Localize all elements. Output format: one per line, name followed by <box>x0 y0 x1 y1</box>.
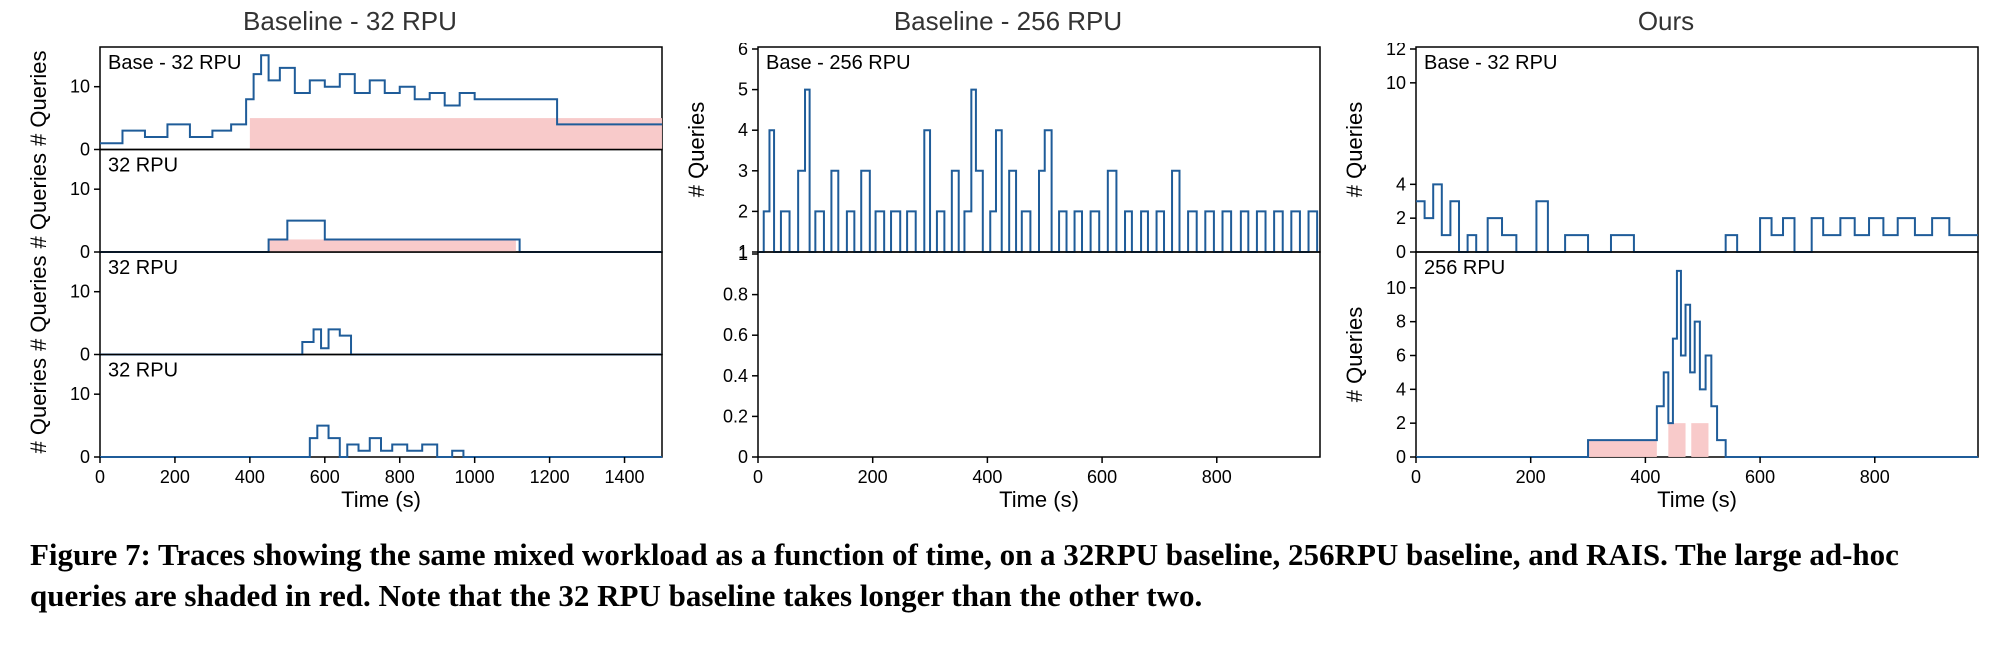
svg-text:0.8: 0.8 <box>723 285 748 305</box>
svg-text:256 RPU: 256 RPU <box>1424 257 1505 279</box>
panel-row: Baseline - 32 RPU 010# QueriesBase - 32 … <box>30 6 1970 513</box>
svg-text:1: 1 <box>738 244 748 264</box>
svg-text:6: 6 <box>738 43 748 59</box>
svg-text:0: 0 <box>95 467 105 487</box>
svg-text:# Queries: # Queries <box>1346 102 1367 197</box>
chart-icon: 0 10 # Queries Base - 32 RPU 0 10 # Queries 32 … <box>30 43 670 513</box>
svg-text:200: 200 <box>1516 467 1546 487</box>
svg-text:# Queries: # Queries <box>1346 307 1367 402</box>
svg-text:600: 600 <box>1087 467 1117 487</box>
figure-7: Baseline - 32 RPU 010# QueriesBase - 32 … <box>0 0 2000 627</box>
panel-middle: Baseline - 256 RPU 1 2 3 4 5 6 # Queries Base -… <box>688 6 1328 513</box>
svg-text:10: 10 <box>70 282 90 302</box>
svg-text:# Queries: # Queries <box>30 51 51 146</box>
panel-left-title: Baseline - 32 RPU <box>30 6 670 37</box>
svg-text:600: 600 <box>310 467 340 487</box>
panel-right: Ours 0 2 4 10 12 # Queries Base - 32 RPU 0 2 4 6 8 1… <box>1346 6 1986 513</box>
svg-text:400: 400 <box>972 467 1002 487</box>
svg-text:Time (s): Time (s) <box>341 487 421 512</box>
panel-right-title: Ours <box>1346 6 1986 37</box>
svg-text:0: 0 <box>80 140 90 160</box>
svg-text:0: 0 <box>80 345 90 365</box>
svg-text:10: 10 <box>70 77 90 97</box>
chart-icon: 1 2 3 4 5 6 # Queries Base - 256 RPU 0 0.2 0.4 0.6 0… <box>688 43 1328 513</box>
svg-text:3: 3 <box>738 161 748 181</box>
svg-text:0.4: 0.4 <box>723 366 748 386</box>
svg-text:0: 0 <box>753 467 763 487</box>
svg-text:0: 0 <box>738 447 748 467</box>
svg-text:10: 10 <box>70 179 90 199</box>
svg-text:Time (s): Time (s) <box>1657 487 1737 512</box>
svg-text:1400: 1400 <box>605 467 645 487</box>
figure-caption: Figure 7: Traces showing the same mixed … <box>30 535 1970 617</box>
panel-middle-chart: 1 2 3 4 5 6 # Queries Base - 256 RPU 0 0.2 0.4 0.6 0… <box>688 43 1328 513</box>
svg-text:32 RPU: 32 RPU <box>108 360 178 382</box>
svg-text:# Queries: # Queries <box>30 256 51 351</box>
panel-middle-title: Baseline - 256 RPU <box>688 6 1328 37</box>
svg-text:0: 0 <box>80 242 90 262</box>
svg-text:2: 2 <box>738 201 748 221</box>
svg-text:600: 600 <box>1745 467 1775 487</box>
svg-text:# Queries: # Queries <box>30 153 51 248</box>
panel-left-chart: 0 10 # Queries Base - 32 RPU 0 10 # Queries 32 … <box>30 43 670 513</box>
svg-text:2: 2 <box>1396 413 1406 433</box>
svg-text:2: 2 <box>1396 208 1406 228</box>
svg-text:# Queries: # Queries <box>30 358 51 453</box>
svg-text:Time (s): Time (s) <box>999 487 1079 512</box>
svg-text:800: 800 <box>1202 467 1232 487</box>
svg-text:1200: 1200 <box>530 467 570 487</box>
svg-text:6: 6 <box>1396 346 1406 366</box>
svg-text:200: 200 <box>858 467 888 487</box>
svg-text:0: 0 <box>1396 447 1406 467</box>
svg-text:0.2: 0.2 <box>723 406 748 426</box>
svg-text:# Queries: # Queries <box>688 102 709 197</box>
svg-text:0: 0 <box>1396 242 1406 262</box>
svg-text:5: 5 <box>738 80 748 100</box>
svg-text:10: 10 <box>1386 73 1406 93</box>
svg-text:8: 8 <box>1396 312 1406 332</box>
svg-text:0: 0 <box>1411 467 1421 487</box>
svg-text:800: 800 <box>1860 467 1890 487</box>
svg-text:800: 800 <box>385 467 415 487</box>
svg-text:Base - 32 RPU: Base - 32 RPU <box>108 52 241 74</box>
svg-text:Base - 32 RPU: Base - 32 RPU <box>1424 52 1557 74</box>
svg-text:Base - 256 RPU: Base - 256 RPU <box>766 52 911 74</box>
svg-text:4: 4 <box>1396 379 1406 399</box>
panel-right-chart: 0 2 4 10 12 # Queries Base - 32 RPU 0 2 4 6 8 10 # Qu… <box>1346 43 1986 513</box>
svg-text:200: 200 <box>160 467 190 487</box>
svg-text:400: 400 <box>235 467 265 487</box>
svg-text:4: 4 <box>1396 174 1406 194</box>
svg-text:32 RPU: 32 RPU <box>108 257 178 279</box>
svg-text:4: 4 <box>738 120 748 140</box>
svg-text:10: 10 <box>70 384 90 404</box>
svg-text:0: 0 <box>80 447 90 467</box>
panel-left: Baseline - 32 RPU 0 10 # Queries Base - 32 … <box>30 6 670 513</box>
svg-text:1000: 1000 <box>455 467 495 487</box>
chart-icon: 0 2 4 10 12 # Queries Base - 32 RPU 0 2 4 6 8 10 # Qu… <box>1346 43 1986 513</box>
svg-text:12: 12 <box>1386 43 1406 59</box>
svg-text:10: 10 <box>1386 278 1406 298</box>
svg-text:32 RPU: 32 RPU <box>108 155 178 177</box>
svg-text:400: 400 <box>1630 467 1660 487</box>
svg-text:0.6: 0.6 <box>723 325 748 345</box>
